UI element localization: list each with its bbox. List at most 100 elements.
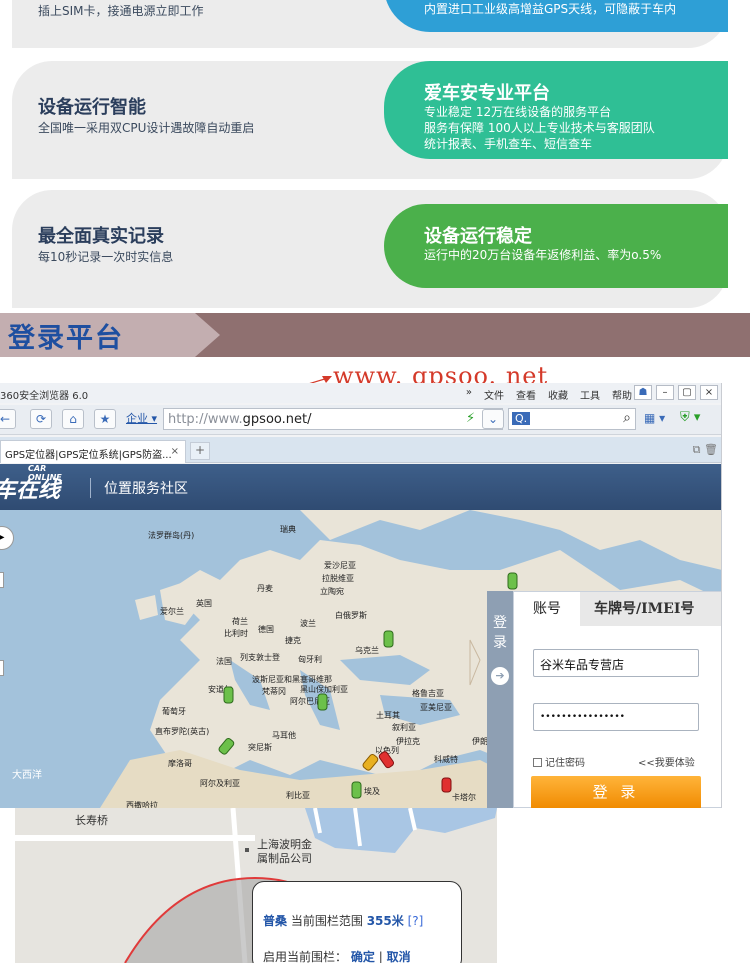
fence-enable-line: 启用当前围栏： 确定 | 取消 (263, 948, 411, 963)
login-button[interactable]: 登 录 (531, 776, 701, 808)
map-label: 大西洋 (12, 770, 42, 781)
login-side-tab[interactable]: 登 录 ➔ (487, 591, 513, 808)
fence-separator: | (378, 950, 383, 963)
fence-map[interactable]: 长寿桥 上海波明金 属制品公司 普桑 当前围栏范围 355米 [?] 启用当前围… (15, 808, 497, 963)
skin-icon[interactable]: ☗ (634, 385, 652, 400)
map-label: 荷兰 (232, 617, 248, 626)
tab-bar: GPS定位器|GPS定位系统|GPS防盗... × + ⧉ 🗑 (0, 437, 721, 463)
dropdown-icon[interactable]: ⌄ (482, 409, 504, 429)
apps-icon[interactable]: ▦ ▾ (644, 411, 665, 425)
shield-icon[interactable]: ⛨ ▾ (680, 410, 700, 425)
menu-file[interactable]: 文件 (484, 387, 504, 402)
remember-checkbox[interactable] (533, 758, 542, 767)
map-label: 立陶宛 (320, 587, 344, 596)
tab-plate-imei[interactable]: 车牌号/IMEI号 (594, 592, 694, 626)
trial-link[interactable]: <<我要体验 (638, 754, 695, 769)
section-label: 登录平台 (0, 313, 220, 357)
fence-confirm-link[interactable]: 确定 (351, 950, 375, 963)
section-title: 登录平台 (8, 323, 124, 354)
back-icon[interactable]: ← (0, 409, 16, 429)
tab-title: GPS定位器|GPS定位系统|GPS防盗... (5, 450, 172, 461)
enterprise-button[interactable]: 企业 ▾ (126, 410, 157, 426)
address-bar: ← ⟳ ⌂ ★ 企业 ▾ http://www.gpsoo.net/ ⚡ ⌄ Q… (0, 405, 721, 435)
url-prefix: http://www. (168, 412, 243, 427)
map-label: 爱沙尼亚 (324, 561, 356, 570)
vehicle-name[interactable]: 普桑 (263, 914, 287, 928)
map-label: 比利时 (224, 629, 248, 638)
refresh-icon[interactable]: ⟳ (30, 409, 52, 429)
map-label: 伊朗 (472, 737, 488, 746)
password-field[interactable]: •••••••••••••••• (533, 703, 699, 731)
tab-tools-icon[interactable]: ⧉ 🗑 (693, 443, 718, 457)
login-side-char-2: 录 (493, 635, 507, 651)
search-engine-label: Q. (512, 412, 531, 425)
menu-favorites[interactable]: 收藏 (548, 387, 568, 402)
menu-help[interactable]: 帮助 (612, 387, 632, 402)
map-label: 西撒哈拉 (126, 801, 158, 808)
search-input[interactable]: Q. ⌕ (508, 408, 636, 430)
road-label: 长寿桥 (75, 814, 108, 827)
browser-window: 360安全浏览器 6.0 » 文件 查看 收藏 工具 帮助 ☗ – ▢ × ← … (0, 383, 722, 808)
map-zoom-icon[interactable] (0, 572, 4, 588)
card-smart-title: 设备运行智能 (38, 97, 146, 118)
map-label: 法国 (216, 657, 232, 666)
map-label: 瑞典 (280, 525, 296, 534)
close-tab-icon[interactable]: × (171, 446, 179, 457)
close-window-icon[interactable]: × (700, 385, 718, 400)
map-label: 葡萄牙 (162, 707, 186, 716)
card-stable-pill: 设备运行稳定 运行中的20万台设备年返修利益、率为o.5% (384, 204, 728, 288)
collapse-arrow-icon[interactable]: ➔ (491, 667, 509, 685)
site-header: CAR ONLINE 车在线 位置服务社区 (0, 464, 721, 510)
map-label: 乌克兰 (355, 646, 379, 655)
map-label: 格鲁吉亚 (412, 689, 444, 698)
help-link[interactable]: [?] (408, 914, 424, 928)
new-tab-icon[interactable]: + (190, 442, 210, 460)
menu-view[interactable]: 查看 (516, 387, 536, 402)
fence-cancel-link[interactable]: 取消 (387, 950, 411, 963)
menu-more[interactable]: » (466, 387, 472, 402)
browser-app-title: 360安全浏览器 6.0 (0, 391, 89, 402)
map-label: 阿尔巴尼亚 (290, 697, 330, 706)
login-side-char-1: 登 (493, 615, 507, 631)
map-view[interactable]: ▸ 法罗群岛(丹) 瑞典 爱沙尼亚 拉脱维亚 丹麦 立陶宛 爱尔兰 英国 荷兰 … (0, 510, 721, 808)
map-label: 科威特 (434, 755, 458, 764)
remember-password[interactable]: 记住密码 (533, 754, 585, 769)
map-label: 伊拉克 (396, 737, 420, 746)
tab-gpsoo[interactable]: GPS定位器|GPS定位系统|GPS防盗... × (0, 440, 186, 463)
map-label: 突尼斯 (248, 743, 272, 752)
favorite-star-icon[interactable]: ★ (94, 409, 116, 429)
login-widget: 登 录 ➔ 账号 车牌号/IMEI号 谷米车品专营店 •••••••••••••… (487, 591, 721, 808)
section-header: 登录平台 (0, 313, 750, 357)
map-label: 英国 (196, 599, 212, 608)
map-label: 白俄罗斯 (335, 611, 367, 620)
map-label: 阿尔及利亚 (200, 779, 240, 788)
browser-titlebar: 360安全浏览器 6.0 » 文件 查看 收藏 工具 帮助 ☗ – ▢ × (0, 383, 721, 403)
company-label-2: 属制品公司 (257, 852, 312, 865)
search-icon[interactable]: ⌕ (623, 410, 631, 426)
card-record-title: 最全面真实记录 (38, 226, 164, 247)
minimize-icon[interactable]: – (656, 385, 674, 400)
map-zoom-out-icon[interactable] (0, 660, 4, 676)
browser-menu: » 文件 查看 收藏 工具 帮助 (466, 387, 632, 402)
map-label: 德国 (258, 625, 274, 634)
menu-tools[interactable]: 工具 (580, 387, 600, 402)
card-record-subtitle: 每10秒记录一次时实信息 (38, 250, 174, 264)
url-domain: gpsoo.net/ (242, 412, 312, 427)
map-label: 安道尔 (208, 685, 232, 694)
username-field[interactable]: 谷米车品专营店 (533, 649, 699, 677)
fence-range-label: 当前围栏范围 (290, 914, 363, 928)
fence-popup: 普桑 当前围栏范围 355米 [?] 启用当前围栏： 确定 | 取消 (252, 881, 462, 963)
map-label: 梵蒂冈 (262, 687, 286, 696)
site-logo[interactable]: CAR ONLINE 车在线 (0, 464, 62, 504)
feature-card-record: 最全面真实记录 每10秒记录一次时实信息 设备运行稳定 运行中的20万台设备年返… (12, 190, 728, 308)
url-input[interactable]: http://www.gpsoo.net/ (163, 408, 503, 430)
go-icon[interactable]: ⚡ (466, 411, 475, 426)
maximize-icon[interactable]: ▢ (678, 385, 696, 400)
map-label: 摩洛哥 (168, 759, 192, 768)
card-platform-pill: 爱车安专业平台 专业稳定 12万在线设备的服务平台 服务有保障 100人以上专业… (384, 61, 728, 159)
home-icon[interactable]: ⌂ (62, 409, 84, 429)
window-controls: ☗ – ▢ × (634, 385, 718, 400)
map-label: 爱尔兰 (160, 607, 184, 616)
map-label: 匈牙利 (298, 655, 322, 664)
tab-account[interactable]: 账号 (514, 592, 580, 626)
